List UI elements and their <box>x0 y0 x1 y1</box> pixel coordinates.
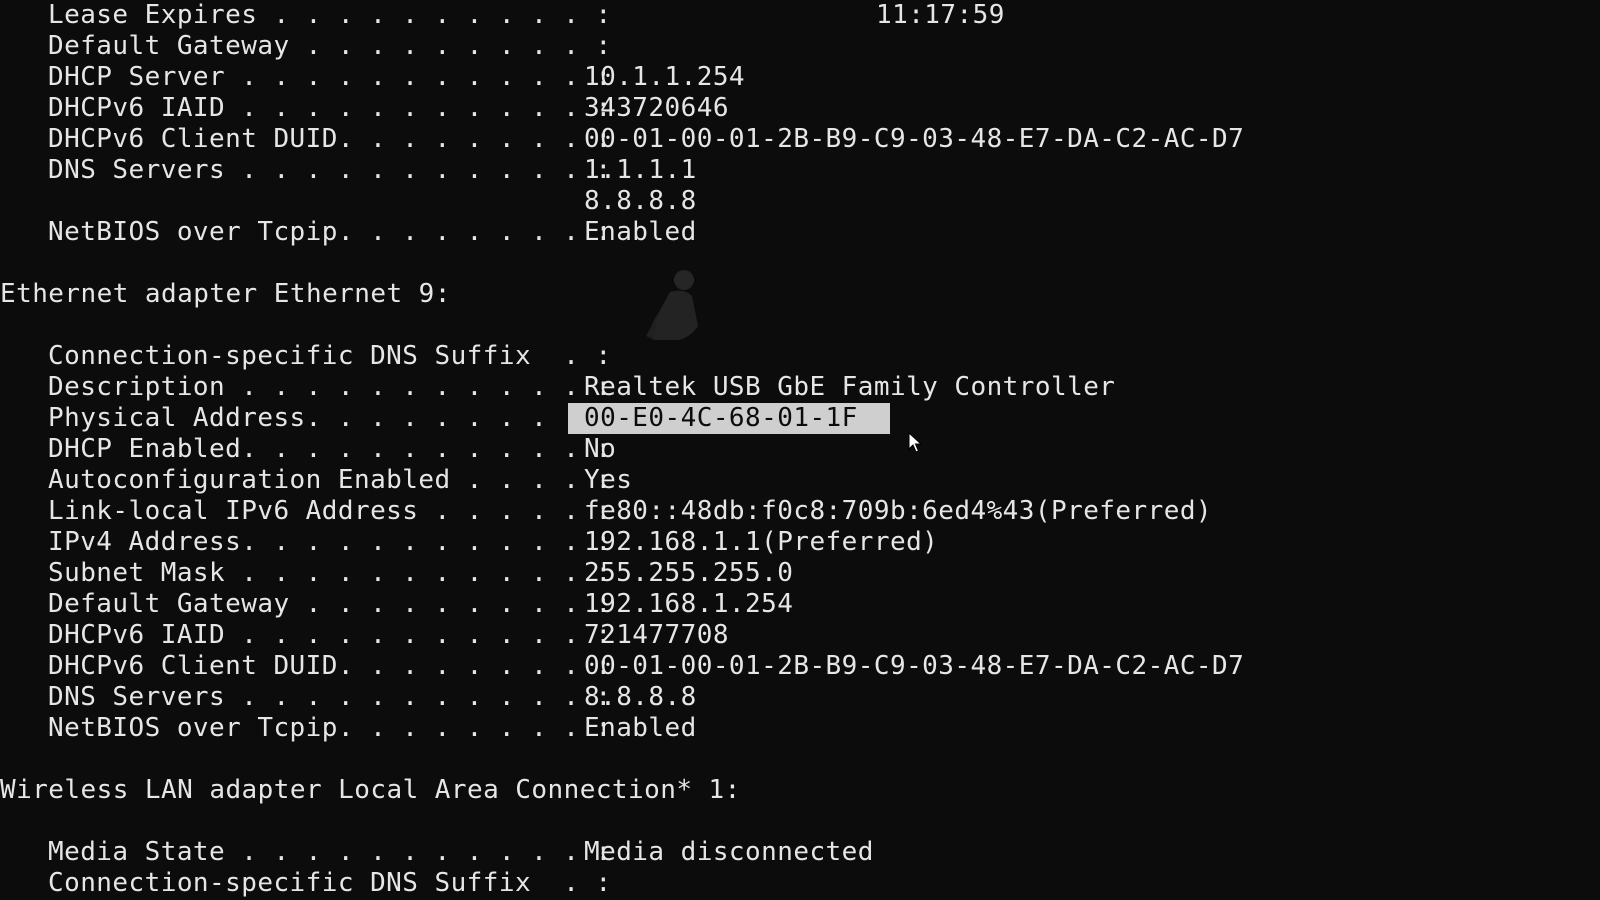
adapter-header-wireless: Wireless LAN adapter Local Area Connecti… <box>0 775 741 805</box>
row-label: NetBIOS over Tcpip. . . . . . . . : <box>48 217 612 247</box>
row-label: Connection-specific DNS Suffix . : <box>48 868 612 898</box>
row-value: 00-01-00-01-2B-B9-C9-03-48-E7-DA-C2-AC-D… <box>584 124 1245 154</box>
row-value: Yes <box>584 465 633 495</box>
ipconfig-row: DHCPv6 IAID . . . . . . . . . . . :72147… <box>0 620 1600 651</box>
ipconfig-row: DHCPv6 Client DUID. . . . . . . . :00-01… <box>0 124 1600 155</box>
ipconfig-row: DNS Servers . . . . . . . . . . . :1.1.1… <box>0 155 1600 186</box>
row-value: 00-01-00-01-2B-B9-C9-03-48-E7-DA-C2-AC-D… <box>584 651 1245 681</box>
row-label: DHCP Server . . . . . . . . . . . : <box>48 62 612 92</box>
row-value: Media disconnected <box>584 837 874 867</box>
ipconfig-row: Connection-specific DNS Suffix . : <box>0 868 1600 899</box>
ipconfig-row: Subnet Mask . . . . . . . . . . . :255.2… <box>0 558 1600 589</box>
ipconfig-row-continuation: 8.8.8.8 <box>0 186 1600 217</box>
row-value: 8.8.8.8 <box>584 682 697 712</box>
ipconfig-row: Description . . . . . . . . . . . :Realt… <box>0 372 1600 403</box>
row-label: Link-local IPv6 Address . . . . . : <box>48 496 612 526</box>
ipconfig-row: NetBIOS over Tcpip. . . . . . . . :Enabl… <box>0 217 1600 248</box>
row-value: fe80::48db:f0c8:709b:6ed4%43(Preferred) <box>584 496 1213 526</box>
row-label: DHCPv6 IAID . . . . . . . . . . . : <box>48 620 612 650</box>
ipconfig-row: IPv4 Address. . . . . . . . . . . :192.1… <box>0 527 1600 558</box>
ipconfig-row: Media State . . . . . . . . . . . :Media… <box>0 837 1600 868</box>
ipconfig-row: DHCPv6 IAID . . . . . . . . . . . :34372… <box>0 93 1600 124</box>
ipconfig-row: Link-local IPv6 Address . . . . . :fe80:… <box>0 496 1600 527</box>
terminal-window[interactable]: Lease Expires . . . . . . . . . . : 11:17… <box>0 0 1600 900</box>
row-value: 255.255.255.0 <box>584 558 794 588</box>
row-value: 192.168.1.254 <box>584 589 794 619</box>
row-label: Lease Expires . . . . . . . . . . : <box>48 0 612 30</box>
row-value: Realtek USB GbE Family Controller <box>584 372 1116 402</box>
mouse-pointer-icon <box>908 432 922 453</box>
row-label: Autoconfiguration Enabled . . . . : <box>48 465 612 495</box>
physical-address-selection[interactable]: 00-E0-4C-68-01-1F <box>568 403 890 434</box>
row-label: DNS Servers . . . . . . . . . . . : <box>48 155 612 185</box>
figure-watermark-icon <box>646 270 698 340</box>
row-label: DHCPv6 IAID . . . . . . . . . . . : <box>48 93 612 123</box>
ipconfig-row: Default Gateway . . . . . . . . . : <box>0 31 1600 62</box>
row-value: 10.1.1.254 <box>584 62 746 92</box>
row-label: Connection-specific DNS Suffix . : <box>48 341 612 371</box>
row-label: NetBIOS over Tcpip. . . . . . . . : <box>48 713 612 743</box>
row-value: Enabled <box>584 713 697 743</box>
ipconfig-row: Autoconfiguration Enabled . . . . :Yes <box>0 465 1600 496</box>
lease-expires-value: 11:17:59 <box>876 0 1005 30</box>
ipconfig-row: Connection-specific DNS Suffix . : <box>0 341 1600 372</box>
row-label: Media State . . . . . . . . . . . : <box>48 837 612 867</box>
row-label: Default Gateway . . . . . . . . . : <box>48 589 612 619</box>
row-value: 721477708 <box>584 620 729 650</box>
adapter-header-ethernet9: Ethernet adapter Ethernet 9: <box>0 279 451 309</box>
row-value: 1.1.1.1 <box>584 155 697 185</box>
ipconfig-row: NetBIOS over Tcpip. . . . . . . . :Enabl… <box>0 713 1600 744</box>
row-label: Physical Address. . . . . . . . . : <box>48 403 612 433</box>
row-value: 343720646 <box>584 93 729 123</box>
row-label: DHCP Enabled. . . . . . . . . . . : <box>48 434 612 464</box>
row-label: DNS Servers . . . . . . . . . . . : <box>48 682 612 712</box>
row-label: Description . . . . . . . . . . . : <box>48 372 612 402</box>
row-label: DHCPv6 Client DUID. . . . . . . . : <box>48 651 612 681</box>
ipconfig-row: DNS Servers . . . . . . . . . . . :8.8.8… <box>0 682 1600 713</box>
row-label: IPv4 Address. . . . . . . . . . . : <box>48 527 612 557</box>
ipconfig-row: DHCP Enabled. . . . . . . . . . . :No <box>0 434 1600 465</box>
ipconfig-row: DHCP Server . . . . . . . . . . . :10.1.… <box>0 62 1600 93</box>
ipconfig-row: Lease Expires . . . . . . . . . . : 11:17… <box>0 0 1600 31</box>
row-label: Default Gateway . . . . . . . . . : <box>48 31 612 61</box>
row-value: Enabled <box>584 217 697 247</box>
row-value: 8.8.8.8 <box>584 186 697 216</box>
row-value: 192.168.1.1(Preferred) <box>584 527 939 557</box>
row-value: No <box>584 434 617 464</box>
ipconfig-row: Physical Address. . . . . . . . . :00-E0… <box>0 403 1600 434</box>
row-label: Subnet Mask . . . . . . . . . . . : <box>48 558 612 588</box>
row-label: DHCPv6 Client DUID. . . . . . . . : <box>48 124 612 154</box>
ipconfig-row: DHCPv6 Client DUID. . . . . . . . :00-01… <box>0 651 1600 682</box>
ipconfig-row: Default Gateway . . . . . . . . . :192.1… <box>0 589 1600 620</box>
